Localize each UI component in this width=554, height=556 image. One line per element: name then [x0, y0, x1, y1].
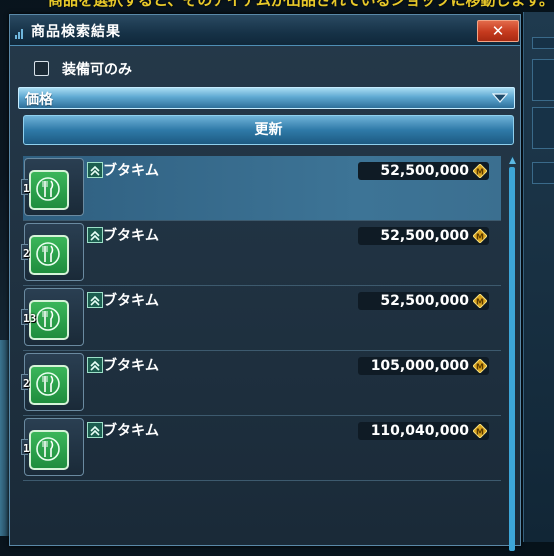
results-list: 1 ブタキム 52,500,000 M 2 ブタキム 52,500,000 M …	[21, 156, 501, 556]
result-row[interactable]: 1 ブタキム 52,500,000 M	[21, 156, 501, 221]
item-price: 105,000,000	[370, 358, 469, 374]
price-box: 105,000,000 M	[358, 357, 489, 375]
result-row[interactable]: 2 ブタキム 105,000,000 M	[21, 351, 501, 416]
meseta-icon: M	[473, 359, 487, 373]
sort-selected: 価格	[25, 92, 53, 108]
item-price: 52,500,000	[380, 228, 469, 244]
svg-text:M: M	[476, 428, 484, 437]
food-icon	[29, 430, 69, 470]
price-box: 52,500,000 M	[358, 227, 489, 245]
result-row[interactable]: 1 ブタキム 110,040,000 M	[21, 416, 501, 481]
window-title: 商品検索結果	[31, 24, 121, 40]
meseta-icon: M	[473, 424, 487, 438]
item-icon-frame: 1	[21, 418, 84, 476]
meseta-icon: M	[473, 164, 487, 178]
item-icon-frame: 1	[21, 158, 84, 216]
rarity-icon	[87, 227, 103, 243]
sort-dropdown[interactable]: 価格	[18, 87, 515, 109]
item-quantity: 13	[23, 312, 37, 325]
item-icon-frame: 13	[21, 288, 84, 346]
item-price: 110,040,000	[370, 423, 469, 439]
scrollbar-thumb[interactable]	[509, 167, 515, 551]
meseta-icon: M	[473, 294, 487, 308]
close-icon: ✕	[491, 22, 505, 40]
item-name: ブタキム	[103, 228, 159, 244]
rarity-icon	[87, 357, 103, 373]
item-quantity: 2	[23, 377, 30, 390]
item-price: 52,500,000	[380, 163, 469, 179]
item-name: ブタキム	[103, 163, 159, 179]
rarity-icon	[87, 162, 103, 178]
price-box: 52,500,000 M	[358, 162, 489, 180]
svg-text:M: M	[476, 168, 484, 177]
item-quantity: 1	[23, 182, 30, 195]
equippable-label: 装備可のみ	[62, 62, 132, 78]
result-row[interactable]: 2 ブタキム 52,500,000 M	[21, 221, 501, 286]
item-quantity: 2	[23, 247, 30, 260]
food-icon	[29, 170, 69, 210]
close-button[interactable]: ✕	[477, 20, 519, 42]
meseta-icon: M	[473, 229, 487, 243]
refresh-button[interactable]: 更新	[23, 115, 514, 145]
scroll-up-icon[interactable]	[508, 156, 517, 165]
item-quantity: 1	[23, 442, 30, 455]
price-box: 110,040,000 M	[358, 422, 489, 440]
svg-text:M: M	[476, 233, 484, 242]
item-icon-frame: 2	[21, 353, 84, 411]
item-name: ブタキム	[103, 423, 159, 439]
svg-text:M: M	[476, 298, 484, 307]
item-name: ブタキム	[103, 293, 159, 309]
signal-bars-icon	[15, 27, 25, 39]
search-results-window: 商品検索結果 ✕ 装備可のみ 価格 更新 1 ブタキム 52,500,000 M…	[9, 14, 521, 551]
price-box: 52,500,000 M	[358, 292, 489, 310]
svg-text:M: M	[476, 363, 484, 372]
item-price: 52,500,000	[380, 293, 469, 309]
result-row[interactable]: 13 ブタキム 52,500,000 M	[21, 286, 501, 351]
window-titlebar[interactable]: 商品検索結果 ✕	[10, 15, 520, 46]
background-ticker: 商品を選択すると、そのアイテムが出品されているショップに移動します。	[0, 0, 554, 10]
background-panel	[523, 12, 554, 542]
rarity-icon	[87, 292, 103, 308]
rarity-icon	[87, 422, 103, 438]
ticker-text: 商品を選択すると、そのアイテムが出品されているショップに移動します。	[48, 0, 554, 9]
item-name: ブタキム	[103, 358, 159, 374]
food-icon	[29, 235, 69, 275]
chevron-down-icon	[492, 93, 508, 103]
item-icon-frame: 2	[21, 223, 84, 281]
food-icon	[29, 365, 69, 405]
equippable-checkbox[interactable]	[34, 61, 49, 76]
